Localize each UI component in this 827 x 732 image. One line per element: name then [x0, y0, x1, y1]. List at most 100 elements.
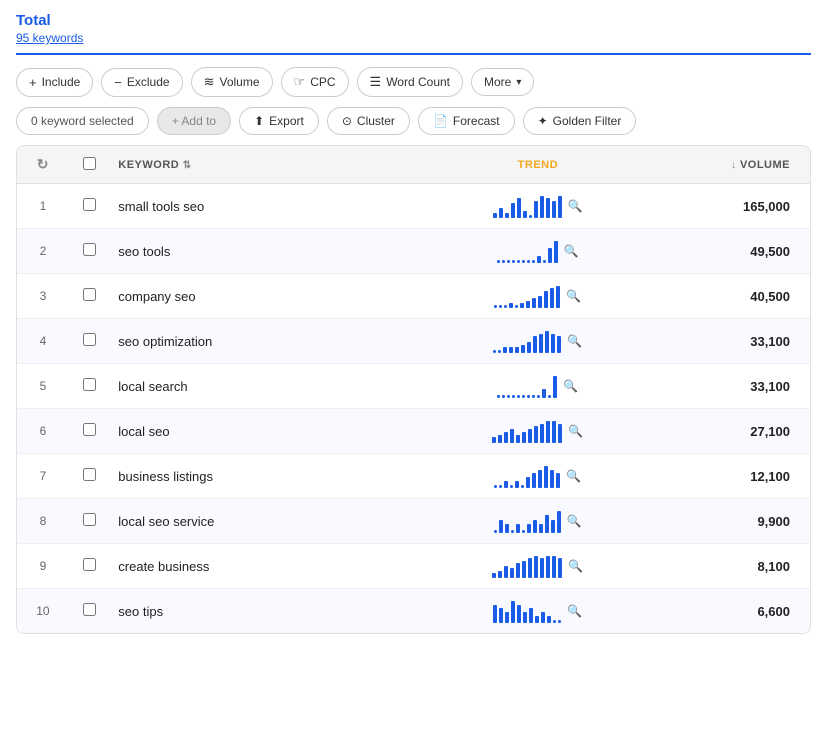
volume-button[interactable]: ≋ Volume: [191, 67, 273, 97]
row-checkbox[interactable]: [83, 378, 96, 391]
trend-cell: 🔍: [395, 499, 680, 544]
keyword-cell: small tools seo: [110, 184, 395, 229]
trend-bar: [511, 203, 515, 218]
forecast-button[interactable]: 📄 Forecast: [418, 107, 515, 135]
trend-bar: [542, 389, 546, 398]
trend-bar: [557, 511, 561, 533]
trend-bar: [511, 530, 514, 533]
trend-bar: [532, 260, 535, 263]
trend-search-icon[interactable]: 🔍: [568, 424, 583, 438]
select-all-checkbox[interactable]: [83, 157, 96, 170]
trend-search-icon[interactable]: 🔍: [563, 379, 578, 393]
row-checkbox[interactable]: [83, 603, 96, 616]
trend-search-icon[interactable]: 🔍: [564, 244, 579, 258]
keyword-selected-badge: 0 keyword selected: [16, 107, 149, 135]
trend-bar: [546, 556, 550, 578]
trend-bar: [547, 616, 551, 623]
row-checkbox[interactable]: [83, 198, 96, 211]
row-checkbox-cell: [69, 454, 110, 499]
row-checkbox[interactable]: [83, 288, 96, 301]
trend-search-icon[interactable]: 🔍: [567, 604, 582, 618]
trend-search-icon[interactable]: 🔍: [567, 514, 582, 528]
volume-cell: 49,500: [680, 229, 810, 274]
trend-bar: [502, 395, 505, 398]
row-checkbox[interactable]: [83, 243, 96, 256]
trend-search-icon[interactable]: 🔍: [566, 289, 581, 303]
trend-bar: [521, 485, 524, 488]
trend-bar: [553, 620, 556, 623]
refresh-icon[interactable]: ↻: [37, 156, 49, 172]
table-row: 3company seo🔍40,500: [17, 274, 810, 319]
trend-bar: [529, 608, 533, 623]
trend-bar: [498, 571, 502, 578]
trend-bar: [532, 395, 535, 398]
volume-cell: 9,900: [680, 499, 810, 544]
cpc-button[interactable]: ☞ CPC: [281, 67, 349, 97]
trend-bar: [507, 395, 510, 398]
trend-bar: [534, 556, 538, 578]
trend-bar: [540, 558, 544, 578]
trend-bar: [552, 421, 556, 443]
trend-bar: [548, 248, 552, 263]
row-number: 8: [17, 499, 69, 544]
row-checkbox[interactable]: [83, 513, 96, 526]
row-checkbox[interactable]: [83, 468, 96, 481]
row-number: 5: [17, 364, 69, 409]
chevron-down-icon: ▾: [516, 77, 521, 88]
trend-bar: [558, 424, 562, 443]
export-button[interactable]: ⬆ Export: [239, 107, 319, 135]
trend-search-icon[interactable]: 🔍: [568, 199, 583, 213]
include-label: Include: [42, 75, 81, 89]
trend-bar: [535, 616, 539, 623]
trend-bar: [537, 256, 541, 263]
add-to-button[interactable]: + Add to: [157, 107, 231, 135]
golden-filter-label: Golden Filter: [553, 114, 622, 128]
row-checkbox[interactable]: [83, 558, 96, 571]
trend-search-icon[interactable]: 🔍: [566, 469, 581, 483]
trend-bar: [516, 435, 520, 443]
plus-icon: +: [29, 75, 37, 90]
trend-bar: [512, 395, 515, 398]
trend-bar: [497, 395, 500, 398]
golden-filter-button[interactable]: ✦ Golden Filter: [523, 107, 637, 135]
trend-bar: [498, 435, 502, 443]
keywords-count[interactable]: 95 keywords: [16, 31, 811, 45]
word-count-button[interactable]: ☰ Word Count: [357, 67, 463, 97]
more-label: More: [484, 75, 511, 89]
trend-search-icon[interactable]: 🔍: [567, 334, 582, 348]
volume-icon: ≋: [204, 74, 215, 90]
cluster-button[interactable]: ⊙ Cluster: [327, 107, 410, 135]
row-number: 4: [17, 319, 69, 364]
trend-bar: [492, 437, 496, 443]
cpc-label: CPC: [310, 75, 335, 89]
cpc-icon: ☞: [294, 74, 306, 90]
row-checkbox-cell: [69, 274, 110, 319]
exclude-label: Exclude: [127, 75, 170, 89]
row-checkbox[interactable]: [83, 333, 96, 346]
row-checkbox-cell: [69, 409, 110, 454]
volume-sort-icon[interactable]: ↓: [731, 160, 737, 171]
trend-bar: [541, 612, 545, 623]
volume-cell: 33,100: [680, 319, 810, 364]
trend-bar: [551, 334, 555, 353]
trend-bar: [539, 334, 543, 353]
row-checkbox-cell: [69, 544, 110, 589]
trend-search-icon[interactable]: 🔍: [568, 559, 583, 573]
trend-bar: [528, 558, 532, 578]
include-button[interactable]: + Include: [16, 68, 93, 97]
row-checkbox-cell: [69, 364, 110, 409]
trend-bar: [516, 524, 520, 533]
keyword-cell: seo tools: [110, 229, 395, 274]
trend-bar: [527, 524, 531, 533]
trend-cell: 🔍: [395, 544, 680, 589]
trend-bar: [558, 558, 562, 578]
trend-bar: [556, 286, 560, 308]
keyword-cell: seo tips: [110, 589, 395, 634]
trend-bar: [543, 260, 546, 263]
row-checkbox[interactable]: [83, 423, 96, 436]
trend-cell: 🔍: [395, 454, 680, 499]
trend-bar: [523, 612, 527, 623]
keyword-sort-icon[interactable]: ⇅: [183, 160, 192, 171]
more-button[interactable]: More ▾: [471, 68, 534, 96]
exclude-button[interactable]: − Exclude: [101, 68, 182, 97]
